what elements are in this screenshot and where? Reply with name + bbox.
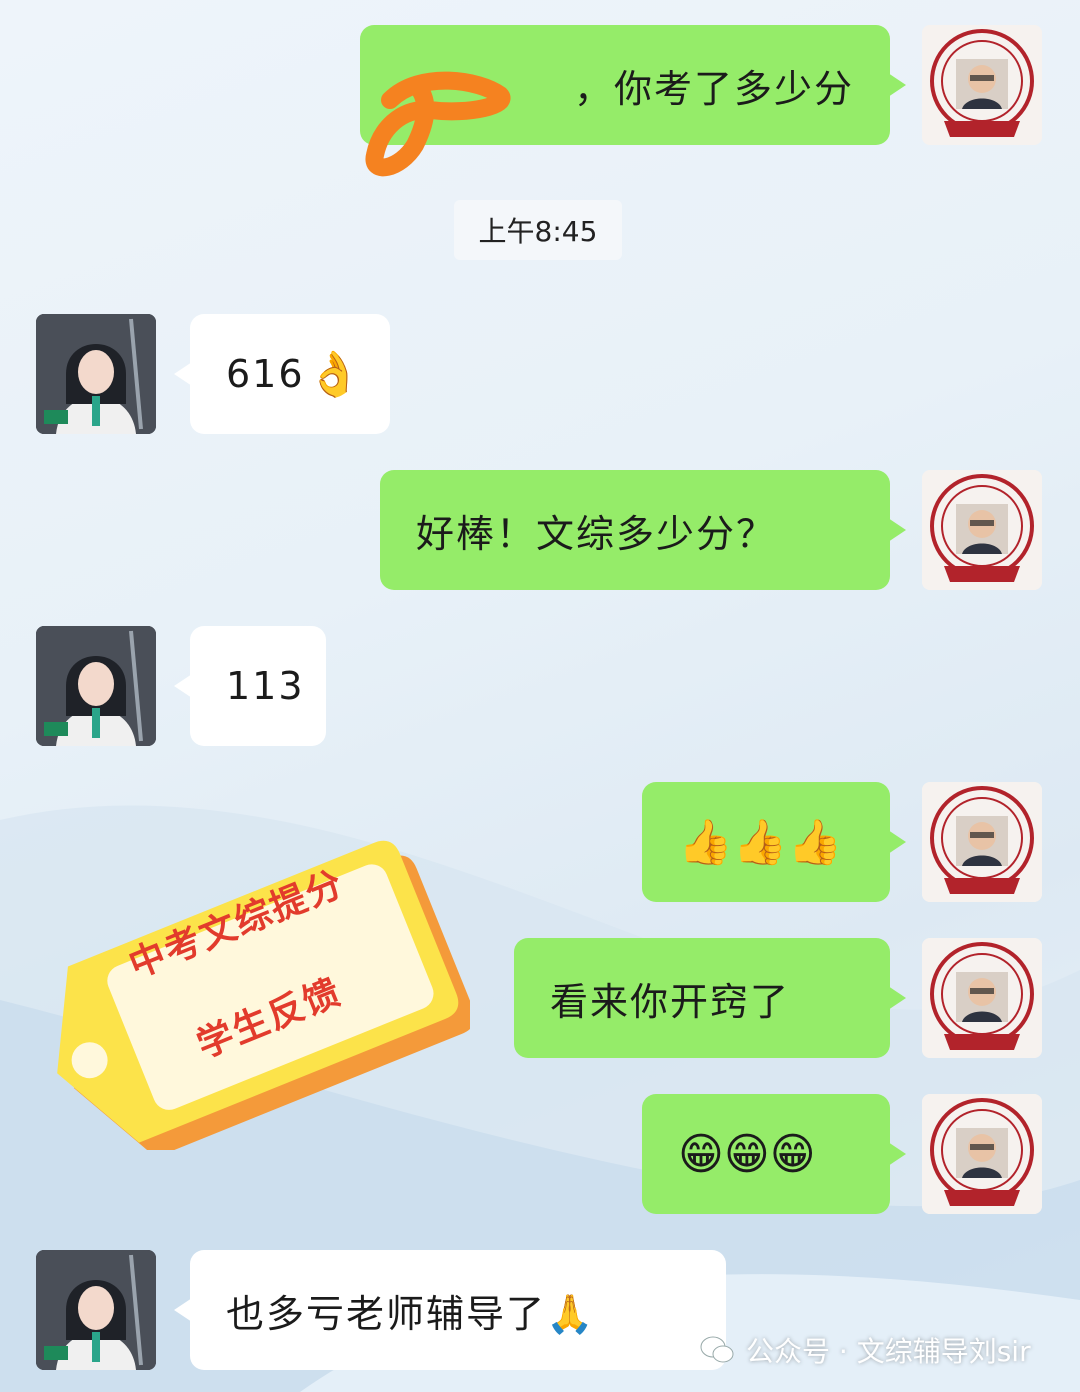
student-avatar[interactable]	[36, 626, 156, 746]
message-bubble-teacher[interactable]: 👍👍👍	[642, 782, 906, 902]
thumbs-up-emoji-icon: 👍👍👍	[678, 817, 843, 868]
wechat-icon	[700, 1336, 734, 1363]
ok-hand-emoji-icon: 👌	[306, 349, 364, 400]
student-avatar-image	[36, 626, 156, 746]
student-avatar-image	[36, 1250, 156, 1370]
teacher-avatar[interactable]	[922, 470, 1042, 590]
teacher-avatar-image	[922, 782, 1042, 902]
feedback-tag-graphic	[57, 840, 470, 1150]
message-text: 113	[226, 664, 305, 708]
student-avatar[interactable]	[36, 314, 156, 434]
grinning-emoji-icon: 😁😁😁	[678, 1128, 816, 1180]
message-text: 好棒！文综多少分？	[416, 511, 777, 556]
teacher-avatar-image	[922, 938, 1042, 1058]
message-text: ，你考了多少分	[573, 66, 854, 111]
teacher-avatar[interactable]	[922, 938, 1042, 1058]
watermark-text: 公众号 · 文综辅导刘sir	[746, 1335, 1031, 1368]
message-bubble-teacher[interactable]: 看来你开窍了	[514, 938, 906, 1058]
message-text: 616	[226, 352, 305, 396]
message-bubble-teacher[interactable]: 😁😁😁	[642, 1094, 906, 1214]
message-bubble-teacher[interactable]: 好棒！文综多少分？	[380, 470, 906, 590]
teacher-avatar[interactable]	[922, 25, 1042, 145]
message-bubble-student[interactable]: 也多亏老师辅导了🙏	[174, 1250, 726, 1370]
message-bubble-student[interactable]: 616 👌	[174, 314, 390, 434]
redaction-scribble	[365, 71, 511, 177]
teacher-avatar-image	[922, 470, 1042, 590]
message-text: 也多亏老师辅导了🙏	[226, 1291, 596, 1336]
message-bubble-student[interactable]: 113	[174, 626, 326, 746]
teacher-avatar[interactable]	[922, 1094, 1042, 1214]
teacher-avatar-image	[922, 25, 1042, 145]
teacher-avatar[interactable]	[922, 782, 1042, 902]
student-avatar-image	[36, 314, 156, 434]
student-avatar[interactable]	[36, 1250, 156, 1370]
teacher-avatar-image	[922, 1094, 1042, 1214]
watermark: 公众号 · 文综辅导刘sir	[700, 1328, 1031, 1372]
timestamp: 上午8:45	[454, 200, 622, 260]
message-text: 看来你开窍了	[550, 979, 791, 1024]
